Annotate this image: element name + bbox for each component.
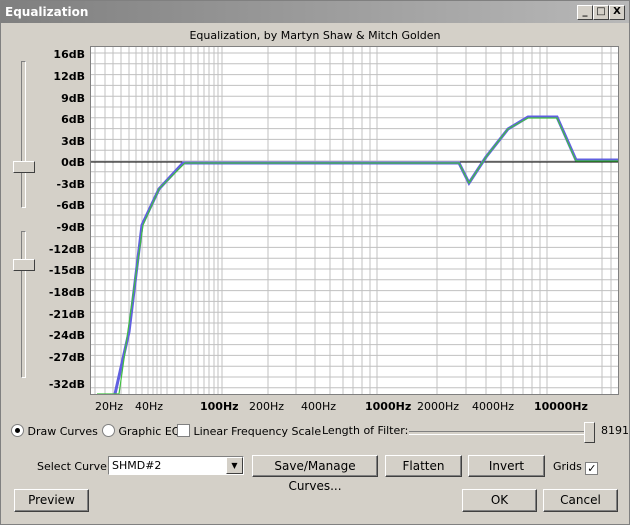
y-tick-label: -3dB: [56, 178, 85, 191]
filter-length-value: 8191: [601, 424, 629, 437]
gain-slider-thumb-bottom[interactable]: [13, 259, 35, 271]
gain-slider-track-bottom[interactable]: [21, 231, 26, 378]
x-tick-label: 400Hz: [301, 400, 337, 413]
filter-length-slider-thumb[interactable]: [584, 422, 595, 443]
y-tick-label: -9dB: [56, 221, 85, 234]
ok-button[interactable]: OK: [462, 489, 537, 512]
y-tick-label: 3dB: [61, 135, 85, 148]
grids-option[interactable]: Grids ✓: [553, 460, 599, 475]
title-bar[interactable]: Equalization _ □ X: [1, 1, 629, 23]
equalization-window: Equalization _ □ X Equalization, by Mart…: [0, 0, 630, 525]
linear-frequency-option[interactable]: Linear Frequency Scale: [177, 424, 321, 438]
graphic-eq-label: Graphic EQ: [118, 425, 181, 438]
x-tick-label: 10000Hz: [534, 400, 588, 413]
x-tick-label: 100Hz: [200, 400, 239, 413]
draw-curves-option[interactable]: Draw Curves: [11, 424, 98, 438]
graphic-eq-radio[interactable]: [102, 424, 115, 437]
save-manage-curves-button[interactable]: Save/Manage Curves...: [252, 455, 378, 493]
y-tick-label: 6dB: [61, 113, 85, 126]
grids-checkbox[interactable]: ✓: [585, 462, 599, 475]
y-tick-label: -24dB: [48, 329, 85, 342]
y-tick-label: -18dB: [48, 286, 85, 299]
draw-curves-radio[interactable]: [11, 424, 24, 437]
y-tick-label: -27dB: [48, 351, 85, 364]
y-tick-label: 16dB: [53, 48, 85, 61]
draw-curves-label: Draw Curves: [27, 425, 98, 438]
cancel-button[interactable]: Cancel: [543, 489, 618, 512]
minimize-button[interactable]: _: [577, 5, 593, 20]
y-tick-label: -21dB: [48, 308, 85, 321]
y-tick-label: -15dB: [48, 264, 85, 277]
grids-label: Grids: [553, 460, 582, 473]
x-tick-label: 20Hz: [95, 400, 124, 413]
x-tick-label: 2000Hz: [417, 400, 460, 413]
x-tick-label: 40Hz: [135, 400, 164, 413]
graphic-eq-option[interactable]: Graphic EQ: [102, 424, 180, 438]
gain-slider-thumb-top[interactable]: [13, 161, 35, 173]
select-curve-label: Select Curve:: [37, 460, 111, 473]
y-tick-label: 12dB: [53, 70, 85, 83]
chevron-down-icon[interactable]: ▼: [226, 457, 243, 474]
flatten-button[interactable]: Flatten: [385, 455, 462, 477]
invert-button[interactable]: Invert: [468, 455, 545, 477]
filter-length-slider-track[interactable]: [409, 431, 595, 435]
x-tick-label: 1000Hz: [365, 400, 412, 413]
filter-length-label: Length of Filter:: [322, 424, 409, 437]
gain-slider-track-top[interactable]: [21, 61, 26, 208]
select-curve-value: SHMD#2: [112, 459, 162, 472]
x-tick-label: 200Hz: [249, 400, 285, 413]
select-curve-dropdown[interactable]: SHMD#2 ▼: [108, 456, 244, 475]
preview-button[interactable]: Preview: [14, 489, 89, 512]
close-button[interactable]: X: [609, 5, 625, 20]
y-tick-label: -12dB: [48, 243, 85, 256]
window-title: Equalization: [5, 5, 89, 19]
linear-frequency-label: Linear Frequency Scale: [193, 425, 322, 438]
maximize-button[interactable]: □: [593, 5, 609, 20]
x-tick-label: 4000Hz: [472, 400, 515, 413]
plugin-subtitle: Equalization, by Martyn Shaw & Mitch Gol…: [189, 29, 441, 42]
eq-curve-graph[interactable]: [91, 47, 618, 395]
y-tick-label: -32dB: [48, 378, 85, 391]
y-tick-label: -6dB: [56, 199, 85, 212]
y-tick-label: 0dB: [61, 156, 85, 169]
eq-plot[interactable]: [90, 46, 619, 395]
y-tick-label: 9dB: [61, 92, 85, 105]
linear-frequency-checkbox[interactable]: [177, 424, 190, 437]
eq-curve-blue: [113, 115, 618, 395]
